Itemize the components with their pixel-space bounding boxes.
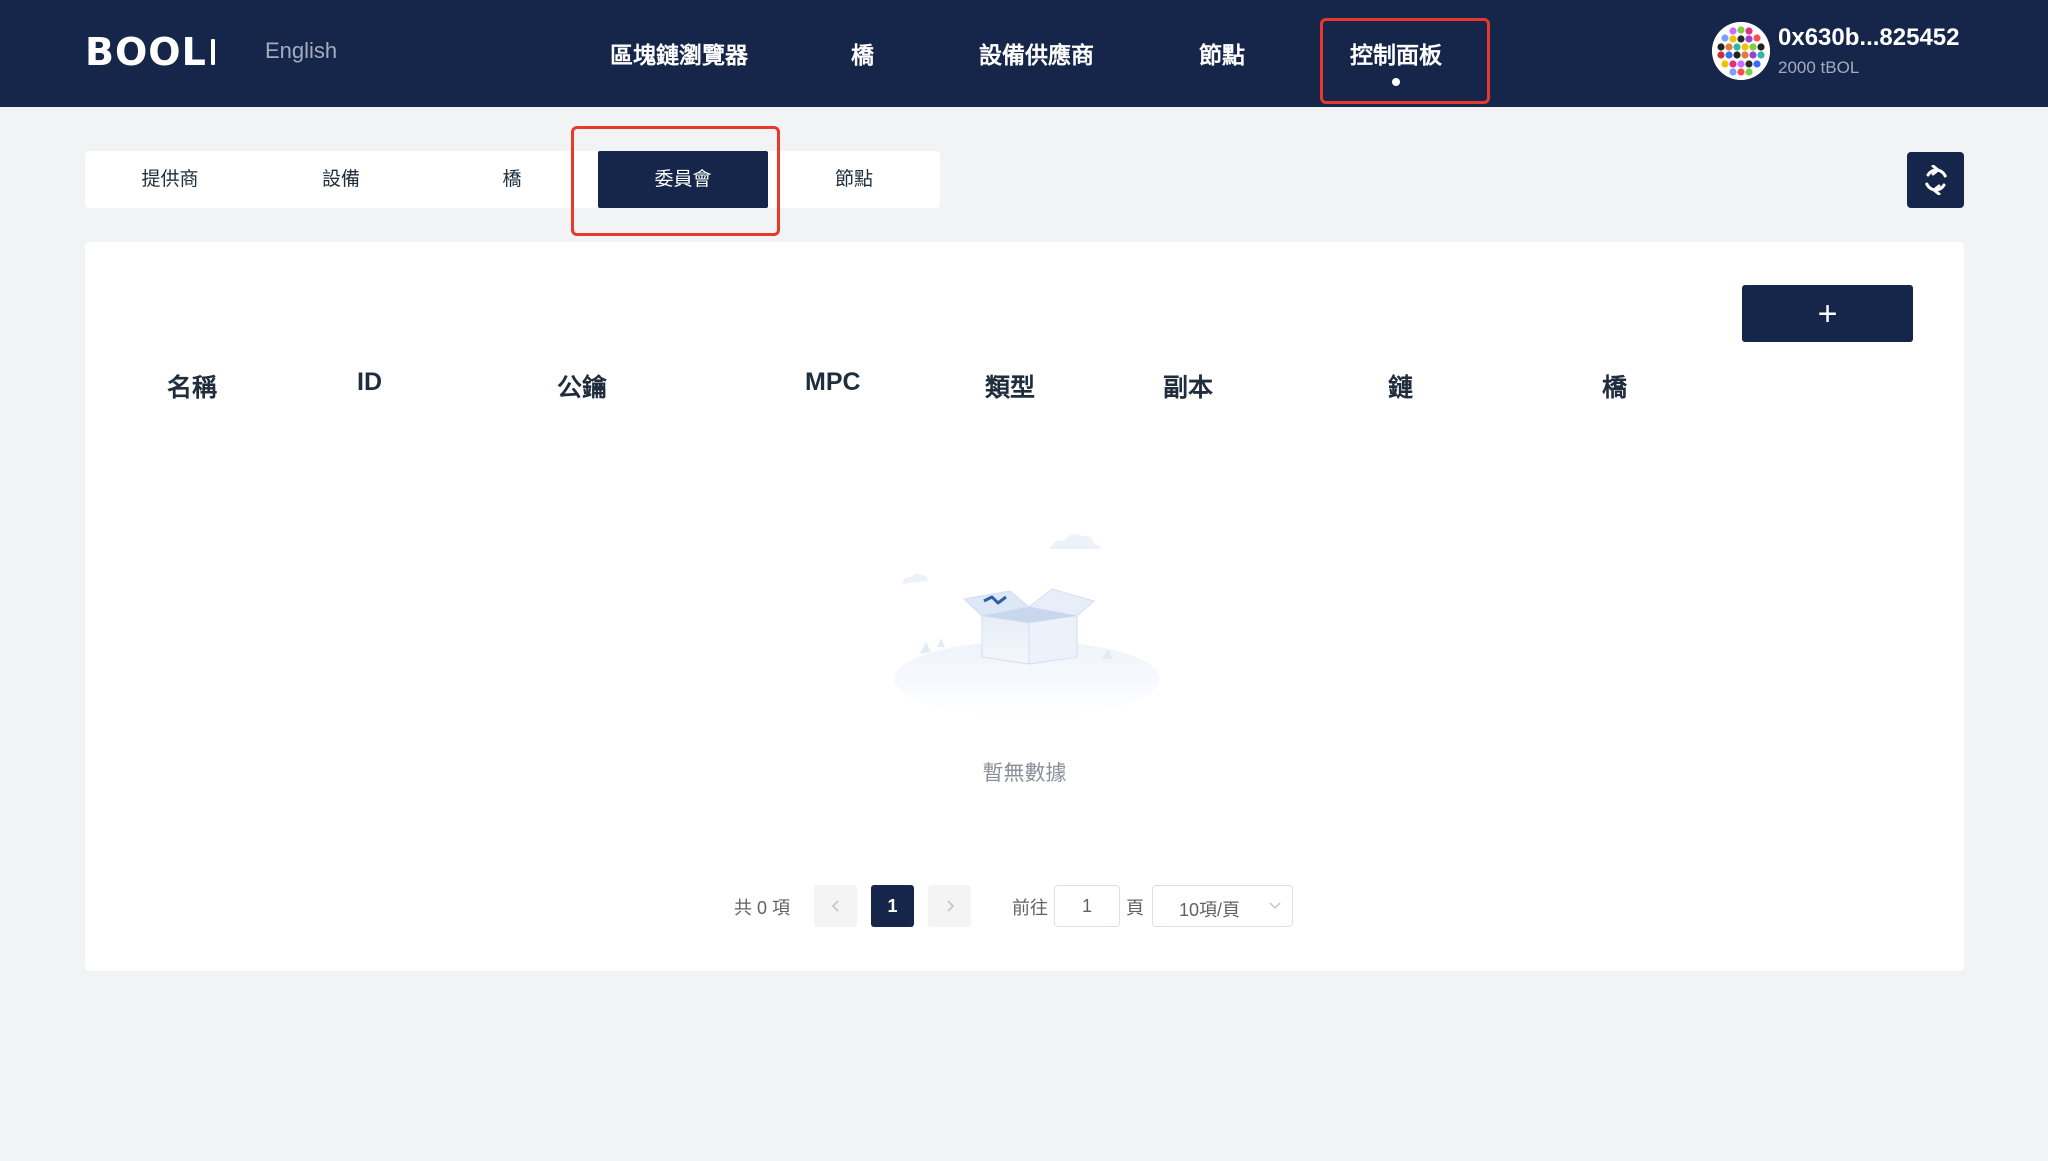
tab-providers[interactable]: 提供商 [85,151,255,208]
prev-page-button[interactable] [814,885,857,927]
tab-nodes[interactable]: 節點 [769,151,939,208]
column-header-mpc: MPC [805,368,861,396]
pagination-total: 共 0 項 [734,898,791,918]
goto-label: 前往 [1012,898,1048,918]
sub-tab-bar: 提供商 設備 橋 委員會 節點 [85,151,940,208]
column-header-name: 名稱 [167,374,218,402]
goto-page-input[interactable] [1054,885,1120,927]
chevron-down-icon [1269,902,1281,910]
refresh-icon [1924,165,1947,195]
page-size-select[interactable]: 10項/頁 [1152,885,1293,927]
identicon-avatar-graphic [1712,22,1770,80]
empty-box-illustration [894,534,1160,717]
nav-item-explorer[interactable]: 區塊鏈瀏覽器 [610,36,748,68]
column-header-type: 類型 [985,374,1036,402]
empty-state-text: 暫無數據 [982,762,1067,785]
chevron-right-icon [946,900,954,912]
chevron-left-icon [831,900,839,912]
nav-item-nodes[interactable]: 節點 [1199,36,1245,68]
active-dot-indicator [1392,78,1400,86]
committee-panel: + 名稱 ID 公鑰 MPC 類型 副本 鏈 橋 暫無數據 共 0 項 1 前往… [85,242,1964,971]
page-suffix-label: 頁 [1126,898,1144,918]
nav-item-dashboard[interactable]: 控制面板 [1350,36,1442,86]
next-page-button[interactable] [928,885,971,927]
column-header-replicas: 副本 [1163,374,1214,402]
column-header-public-key: 公鑰 [557,374,608,402]
pagination: 共 0 項 1 前往 頁 10項/頁 [85,885,1964,927]
nav-item-dashboard-label: 控制面板 [1350,42,1442,68]
identicon-avatar[interactable] [1712,22,1770,80]
tab-bridge[interactable]: 橋 [427,151,597,208]
nav-item-providers[interactable]: 設備供應商 [979,36,1094,68]
wallet-address: 0x630b...825452 [1778,24,1960,51]
column-header-bridge: 橋 [1602,374,1628,402]
tab-devices[interactable]: 設備 [256,151,426,208]
nav-item-bridge[interactable]: 橋 [851,36,874,68]
column-header-id: ID [357,368,382,396]
add-committee-button[interactable]: + [1742,285,1913,342]
wallet-balance: 2000 tBOL [1778,58,1860,77]
page-size-value: 10項/頁 [1179,900,1241,920]
refresh-button[interactable] [1907,152,1964,208]
column-header-chain: 鏈 [1388,374,1414,402]
tab-committee[interactable]: 委員會 [598,151,768,208]
top-navbar: BOOL English 區塊鏈瀏覽器 橋 設備供應商 節點 控制面板 0x63… [0,0,2048,107]
page-number-current[interactable]: 1 [871,885,914,927]
